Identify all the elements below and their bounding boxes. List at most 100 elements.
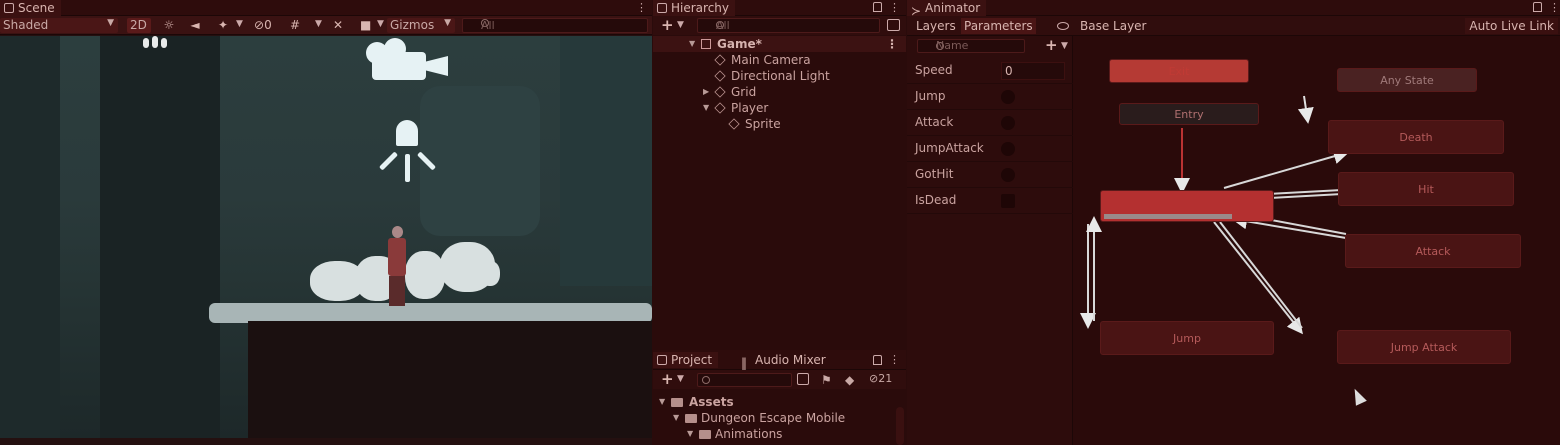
add-parameter-icon[interactable]: + [1045,38,1058,53]
trigger-toggle[interactable] [1001,168,1015,182]
add-icon[interactable]: + [661,18,674,33]
parameter-row[interactable]: Jump [907,84,1073,110]
project-tree-item[interactable]: ▼ Animations [653,426,893,442]
state-machine-graph[interactable]: Exit Any State Entry Death Hit Attack Ju… [1074,36,1560,445]
state-idle-current[interactable] [1100,190,1274,222]
hidden-packages-toggle[interactable]: ⊘21 [869,372,892,385]
parameter-row[interactable]: IsDead [907,188,1073,214]
attack-return-transition[interactable] [1231,213,1347,239]
gizmos-dropdown[interactable]: Gizmos ▼ [387,18,455,33]
project-tree-item[interactable]: ▼ Assets [653,394,893,410]
chevron-down-icon[interactable]: ▼ [703,100,709,116]
jump-attack-transition[interactable] [1213,221,1303,335]
scene-search-input[interactable]: All [462,18,648,33]
state-exit[interactable]: Exit [1109,59,1249,83]
lock-icon[interactable] [1533,2,1542,12]
chevron-down-icon[interactable]: ▼ [677,374,684,384]
tab-hierarchy[interactable]: Hierarchy [653,0,736,16]
parameter-row[interactable]: Attack [907,110,1073,136]
hierarchy-search-input[interactable]: All [697,18,880,33]
tab-animator[interactable]: ≻ Animator [907,0,987,18]
hierarchy-menu-icon[interactable]: ⋮ [889,1,900,15]
parameter-row[interactable]: JumpAttack [907,136,1073,162]
tree-item[interactable]: Main Camera [653,52,906,68]
chevron-down-icon[interactable]: ▼ [1061,41,1068,51]
chevron-down-icon[interactable]: ▼ [236,19,243,29]
hidden-objects-toggle[interactable]: ⊘0 [254,18,284,33]
state-death[interactable]: Death [1328,120,1504,154]
death-transition[interactable] [1223,148,1350,189]
parameter-search-input[interactable]: Name [917,39,1025,53]
search-by-label-icon[interactable]: ⚑ [821,373,833,387]
favorites-icon[interactable]: ◆ [845,373,857,387]
chevron-down-icon[interactable]: ▼ [377,19,384,29]
lock-icon[interactable] [873,355,882,365]
grid-toggle-icon[interactable]: # [290,18,306,33]
state-entry[interactable]: Entry [1119,103,1259,125]
folder-icon [671,398,683,407]
project-menu-icon[interactable]: ⋮ [889,353,900,367]
project-scrollbar[interactable] [896,407,904,445]
auto-live-link-button[interactable]: Auto Live Link [1465,18,1558,34]
scene-row-menu-icon[interactable]: ⋮ [886,36,898,52]
tree-item[interactable]: ▼ Player [653,100,906,116]
eye-icon[interactable] [1057,22,1069,30]
chevron-down-icon[interactable]: ▼ [689,36,695,52]
tree-scene-row[interactable]: ▼ Game* ⋮ [653,36,906,52]
chevron-down-icon[interactable]: ▼ [673,410,679,426]
add-icon[interactable]: + [661,372,674,387]
trigger-toggle[interactable] [1001,116,1015,130]
state-any-state[interactable]: Any State [1337,68,1477,92]
tree-item-label: Grid [731,85,757,99]
tab-layers[interactable]: Layers [913,18,959,34]
camera-gizmo-icon[interactable] [366,38,450,82]
parameter-float-field[interactable]: 0 [1001,62,1065,80]
light-gizmo-icon[interactable] [376,120,440,184]
hierarchy-toolbar: + ▼ All [653,16,906,35]
bool-checkbox[interactable] [1001,194,1015,208]
tab-project[interactable]: Project [653,352,719,368]
chevron-down-icon[interactable]: ▼ [659,394,665,410]
stone-platform [209,303,652,323]
toggle-2d-button[interactable]: 2D [127,18,151,33]
effects-toggle-icon[interactable]: ✦ [213,18,233,33]
parameter-row[interactable]: Speed 0 [907,58,1073,84]
chevron-right-icon[interactable]: ▶ [703,84,709,100]
audio-toggle-icon[interactable]: ◄ [188,18,202,33]
tools-icon[interactable]: ✕ [333,18,347,33]
state-attack[interactable]: Attack [1345,234,1521,268]
trigger-toggle[interactable] [1001,142,1015,156]
chevron-down-icon[interactable]: ▼ [677,20,684,30]
chevron-down-icon[interactable]: ▼ [315,19,322,29]
scene-visibility-icon[interactable] [887,19,900,31]
tree-item[interactable]: ▶ Grid [653,84,906,100]
state-hit[interactable]: Hit [1338,172,1514,206]
scene-viewport[interactable] [0,36,652,438]
tree-item-label: Main Camera [731,53,811,67]
tree-item[interactable]: Sprite [653,116,906,132]
chevron-down-icon[interactable]: ▼ [687,426,693,442]
state-jump-attack[interactable]: Jump Attack [1337,330,1511,364]
shading-mode-dropdown[interactable]: Shaded ▼ [0,18,118,33]
tree-item[interactable]: Directional Light [653,68,906,84]
breadcrumb-base-layer[interactable]: Base Layer [1077,18,1150,34]
tree-item-label: Directional Light [731,69,830,83]
lock-icon[interactable] [873,2,882,12]
search-by-type-icon[interactable] [797,373,809,385]
parameter-row[interactable]: GotHit [907,162,1073,188]
camera-icon[interactable]: ■ [360,18,374,33]
state-jump[interactable]: Jump [1100,321,1274,355]
tab-scene[interactable]: Scene [0,0,61,16]
tab-audio-mixer[interactable]: ‖ Audio Mixer [737,352,832,370]
player-sprite[interactable] [384,226,410,306]
trigger-toggle[interactable] [1001,90,1015,104]
any-state-transition[interactable] [1297,95,1314,124]
animator-icon: ≻ [911,4,922,18]
animator-menu-icon[interactable]: ⋮ [1549,1,1560,15]
lighting-toggle-icon[interactable]: ☼ [162,18,176,33]
project-tree-item[interactable]: ▼ Dungeon Escape Mobile [653,410,893,426]
tab-parameters[interactable]: Parameters [961,18,1036,34]
jump-attack-return-transition[interactable] [1219,221,1303,329]
project-search-input[interactable] [697,373,792,387]
scene-menu-icon[interactable]: ⋮ [636,1,647,15]
